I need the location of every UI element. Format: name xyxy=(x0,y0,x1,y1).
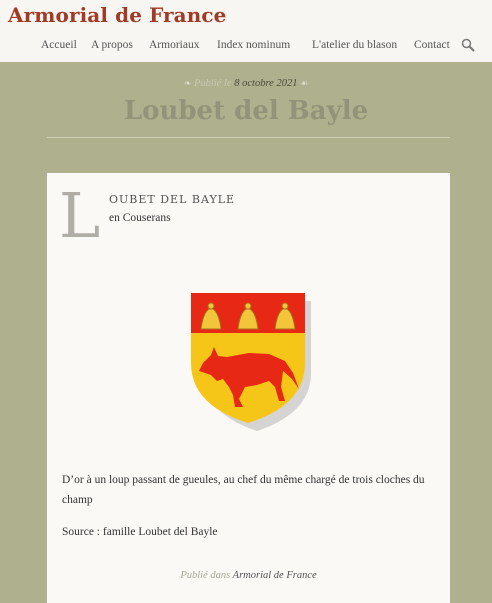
entry-name: OUBET DEL BAYLE xyxy=(109,193,236,206)
page-title: Loubet del Bayle xyxy=(123,96,369,126)
post-card: L OUBET DEL BAYLE en Couserans D’or à un… xyxy=(47,173,450,603)
nav-item-atelier-du-blason[interactable]: L'atelier du blason xyxy=(312,39,397,51)
category-link[interactable]: Armorial de France xyxy=(233,570,317,581)
search-icon[interactable] xyxy=(461,38,475,52)
ornament-left-icon: ❧ xyxy=(183,78,192,88)
coat-of-arms-image xyxy=(191,293,311,431)
entry-subtitle: en Couserans xyxy=(109,212,171,224)
nav-item-contact[interactable]: Contact xyxy=(414,39,450,51)
site-title[interactable]: Armorial de France xyxy=(8,3,226,27)
source-text: Source : famille Loubet del Bayle xyxy=(62,526,218,538)
nav-item-index-nominum[interactable]: Index nominum xyxy=(217,39,290,51)
nav-item-armoriaux[interactable]: Armoriaux xyxy=(149,39,199,51)
nav-item-a-propos[interactable]: A propos xyxy=(91,39,133,51)
posted-in-prefix: Publié dans xyxy=(180,570,231,581)
nav-item-accueil[interactable]: Accueil xyxy=(41,39,77,51)
post-date[interactable]: 8 octobre 2021 xyxy=(234,78,297,89)
published-prefix: Publié le xyxy=(194,78,232,89)
title-divider xyxy=(47,137,450,138)
main-nav: Accueil A propos Armoriaux Index nominum… xyxy=(0,39,492,55)
posted-in: Publié dans Armorial de France xyxy=(47,570,450,581)
post-meta: ❧ Publié le 8 octobre 2021 ☙ xyxy=(0,78,492,89)
ornament-right-icon: ☙ xyxy=(300,78,309,88)
drop-cap: L xyxy=(59,179,101,252)
site-header: Armorial de France Accueil A propos Armo… xyxy=(0,0,492,62)
blazon-text: D’or à un loup passant de gueules, au ch… xyxy=(62,474,425,506)
